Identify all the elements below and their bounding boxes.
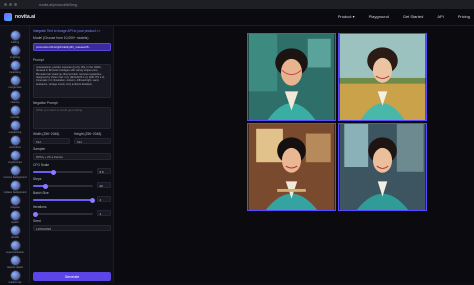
seed-label: Seed bbox=[33, 219, 41, 223]
outpainting-icon bbox=[9, 120, 21, 131]
nav-product[interactable]: Product ▾ bbox=[338, 14, 355, 19]
sidebar-item-doodle[interactable]: doodle bbox=[2, 225, 28, 240]
output-canvas bbox=[114, 26, 474, 283]
height-input[interactable]: 512 bbox=[74, 138, 111, 144]
steps-value[interactable]: 20 bbox=[97, 182, 111, 188]
close-dot[interactable] bbox=[4, 3, 7, 6]
controlnet-icon bbox=[9, 135, 21, 146]
nav-playground[interactable]: Playground bbox=[369, 14, 389, 19]
prompt-textarea[interactable]: (masterpiece, portrait, 1woman ((1.2)), … bbox=[33, 64, 111, 98]
steps-label: Steps bbox=[33, 177, 42, 181]
steps-slider-knob[interactable] bbox=[43, 183, 48, 189]
portrait-image bbox=[339, 34, 426, 120]
generate-button[interactable]: Generate bbox=[33, 272, 111, 281]
minimize-dot[interactable] bbox=[9, 3, 12, 6]
iterations-slider-knob[interactable] bbox=[33, 211, 38, 217]
maximize-dot[interactable] bbox=[14, 3, 17, 6]
nav-pricing[interactable]: Pricing bbox=[458, 14, 470, 19]
sidebar-item-txt2img[interactable]: txt2img bbox=[2, 30, 28, 45]
cfg-value[interactable]: 6.5 bbox=[97, 168, 111, 174]
cleanup-icon bbox=[9, 90, 21, 101]
sampler-select[interactable]: DPM++ 2S a Karras bbox=[33, 153, 111, 160]
replace-bg-icon bbox=[9, 180, 21, 191]
doodle-icon bbox=[9, 225, 21, 236]
cfg-label: CFG Scale bbox=[33, 163, 50, 167]
batch-slider-fill bbox=[33, 199, 93, 201]
inpainting-icon bbox=[9, 60, 21, 71]
browser-bar: novita.ai/product/txt2img bbox=[0, 0, 474, 9]
sidebar-item-label: replace sky bbox=[8, 281, 22, 284]
cfg-slider-fill bbox=[33, 171, 53, 173]
sidebar-item-upscale[interactable]: upscale bbox=[2, 105, 28, 120]
sidebar-item-inpainting[interactable]: inpainting bbox=[2, 60, 28, 75]
sidebar-item-outpainting[interactable]: outpainting bbox=[2, 120, 28, 135]
superresolution-icon bbox=[9, 240, 21, 251]
img2prompt-icon bbox=[9, 150, 21, 161]
iterations-label: Iterations bbox=[33, 205, 47, 209]
inpaint-icon bbox=[9, 210, 21, 221]
nav-api[interactable]: API bbox=[437, 14, 443, 19]
remove-bg-icon bbox=[9, 165, 21, 176]
nav-get-started[interactable]: Get Started bbox=[403, 14, 423, 19]
generated-image-4[interactable] bbox=[338, 123, 427, 211]
batch-value[interactable]: 4 bbox=[97, 196, 111, 202]
merge-face-icon bbox=[9, 75, 21, 86]
model-label: Model (Choose from 10,000+ models) bbox=[33, 36, 89, 40]
width-label: Width (256~2048) bbox=[33, 132, 60, 136]
cfg-slider[interactable] bbox=[33, 169, 93, 175]
sidebar-item-mixpose[interactable]: mixpose bbox=[2, 195, 28, 210]
sidebar-item-merge-face[interactable]: merge face bbox=[2, 75, 28, 90]
portrait-image bbox=[248, 124, 335, 210]
seed-input[interactable]: 136516838 bbox=[33, 225, 111, 231]
batch-slider-knob[interactable] bbox=[90, 197, 95, 203]
sidebar-item-remove-background[interactable]: remove background bbox=[2, 165, 28, 180]
width-input[interactable]: 512 bbox=[33, 138, 70, 144]
prompt-label: Prompt bbox=[33, 58, 44, 62]
batch-label: Batch Size bbox=[33, 191, 49, 195]
batch-slider[interactable] bbox=[33, 197, 95, 203]
cfg-slider-knob[interactable] bbox=[51, 169, 56, 175]
height-label: Height (256~2048) bbox=[74, 132, 102, 136]
brand[interactable]: novita.ai bbox=[4, 13, 35, 21]
replace-sky-icon bbox=[9, 270, 21, 281]
portrait-image bbox=[339, 124, 426, 210]
brand-name: novita.ai bbox=[15, 14, 36, 20]
address-bar[interactable]: novita.ai/product/txt2img bbox=[39, 3, 77, 7]
negative-prompt-textarea[interactable]: What you want to avoid generating bbox=[33, 107, 111, 129]
sidebar-item-inpaint[interactable]: inpaint bbox=[2, 210, 28, 225]
upscale-icon bbox=[9, 105, 21, 116]
sidebar-item-superresolution[interactable]: superresolution bbox=[2, 240, 28, 255]
txt2img-icon bbox=[9, 30, 21, 41]
iterations-slider[interactable] bbox=[33, 211, 93, 217]
sidebar-item-replace-object[interactable]: replace object bbox=[2, 255, 28, 270]
generated-image-2[interactable] bbox=[338, 33, 427, 121]
portrait-image bbox=[248, 34, 335, 120]
tool-sidebar: txt2img img2img inpainting merge face cleanu… bbox=[0, 26, 30, 284]
generated-image-1[interactable] bbox=[247, 33, 336, 121]
sidebar-item-controlnet[interactable]: controlnet bbox=[2, 135, 28, 150]
api-promo-link[interactable]: Integrate Text to Image API to your prod… bbox=[33, 29, 100, 33]
sampler-label: Sampler bbox=[33, 147, 46, 151]
window-controls bbox=[4, 3, 17, 6]
sidebar-item-img2prompt[interactable]: img2prompt bbox=[2, 150, 28, 165]
steps-slider[interactable] bbox=[33, 183, 93, 189]
nav-links: Product ▾ Playground Get Started API Pri… bbox=[338, 14, 470, 19]
replace-object-icon bbox=[9, 255, 21, 266]
mixpose-icon bbox=[9, 195, 21, 206]
iterations-value[interactable]: 1 bbox=[97, 210, 111, 216]
model-select[interactable]: protovisionXLHighFidelity3D_release06... bbox=[33, 43, 111, 51]
top-navigation: novita.ai Product ▾ Playground Get Start… bbox=[0, 9, 474, 26]
logo-icon bbox=[4, 13, 12, 21]
sidebar-item-img2img[interactable]: img2img bbox=[2, 45, 28, 60]
negative-prompt-label: Negative Prompt bbox=[33, 101, 58, 105]
settings-panel: Integrate Text to Image API to your prod… bbox=[30, 26, 114, 283]
sidebar-item-replace-background[interactable]: replace background bbox=[2, 180, 28, 195]
img2img-icon bbox=[9, 45, 21, 56]
sidebar-item-cleanup[interactable]: cleanup bbox=[2, 90, 28, 105]
generated-image-3[interactable] bbox=[247, 123, 336, 211]
